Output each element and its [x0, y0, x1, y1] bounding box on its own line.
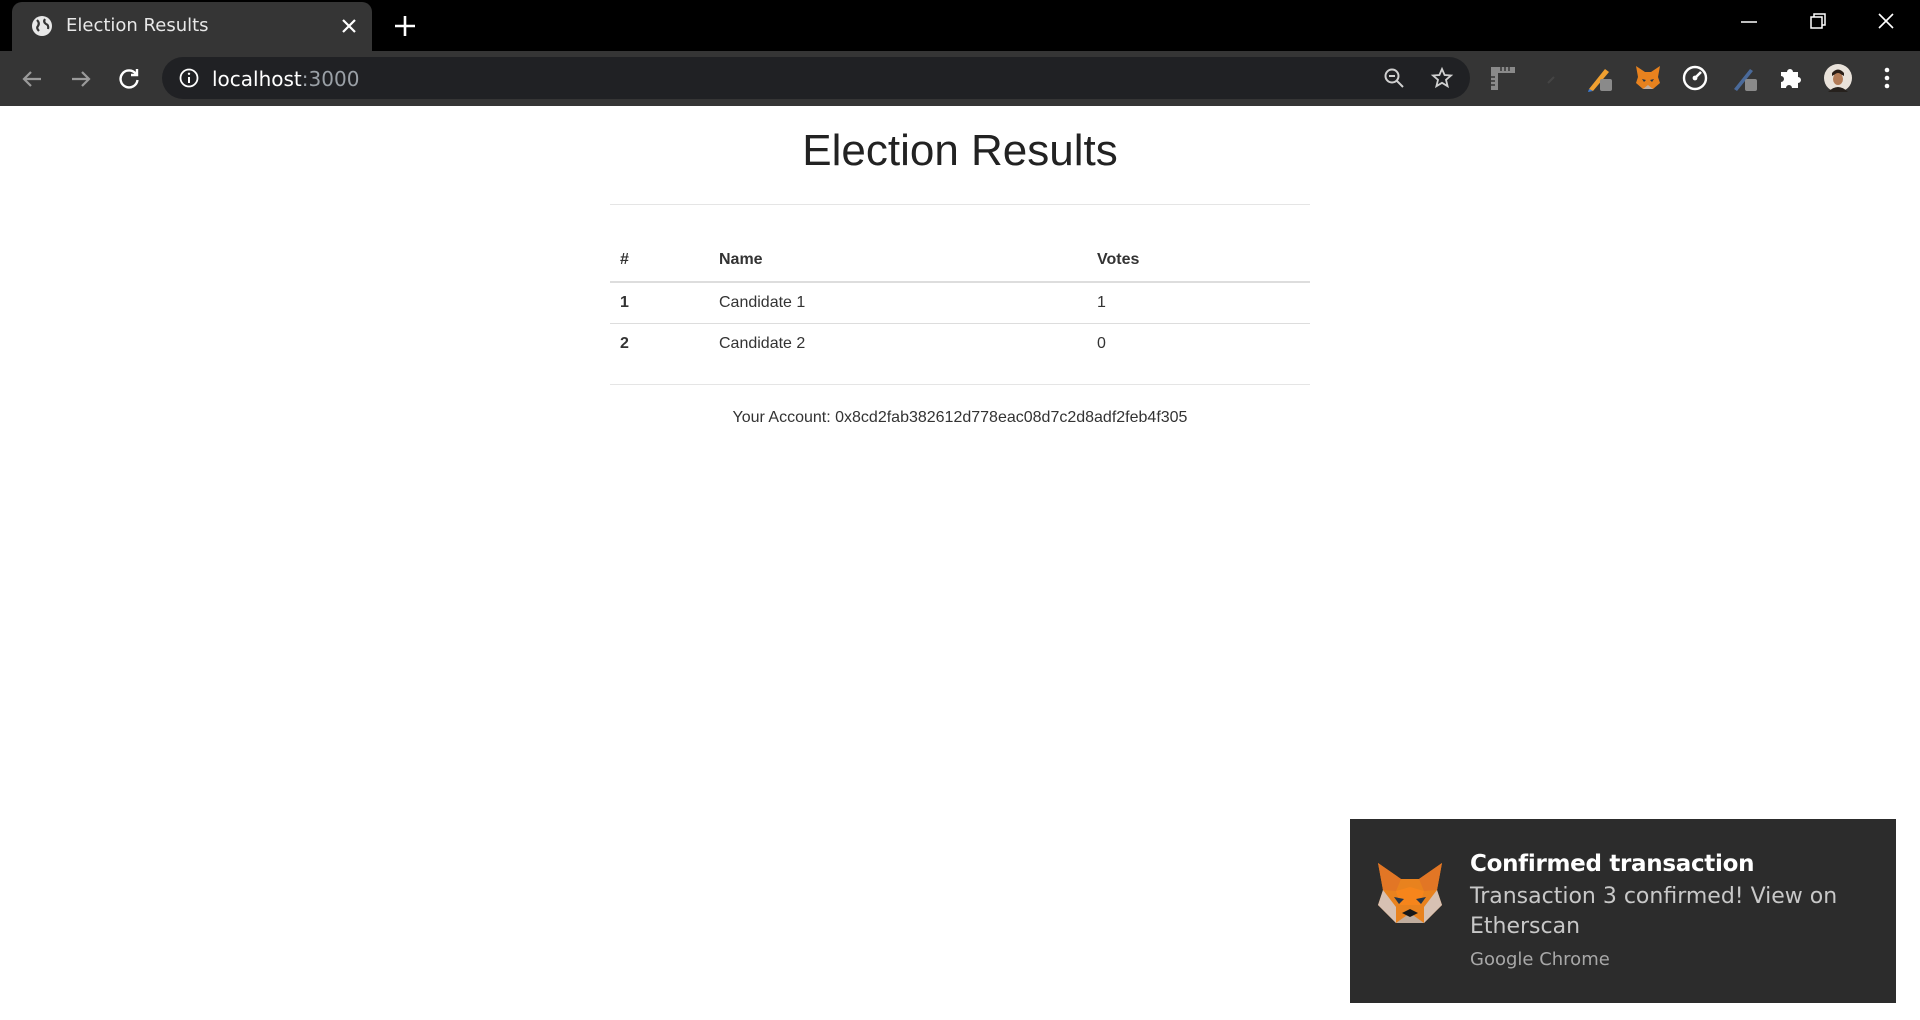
url-text[interactable]: localhost:3000 [212, 67, 359, 91]
page-title: Election Results [802, 126, 1118, 175]
candidate-id: 2 [620, 334, 629, 352]
blank-icon[interactable] [1538, 63, 1568, 93]
candidate-name: Candidate 2 [719, 334, 806, 352]
url-port: :3000 [301, 67, 360, 91]
profile-avatar[interactable] [1823, 63, 1853, 93]
column-header-name: Name [709, 251, 1087, 283]
more-vert-icon[interactable] [1872, 63, 1902, 93]
notification-toast[interactable]: Confirmed transaction Transaction 3 conf… [1350, 819, 1896, 1003]
metamask-fox-icon [1378, 863, 1442, 923]
globe-icon [32, 16, 52, 36]
candidate-votes: 1 [1087, 282, 1310, 324]
minimize-icon[interactable] [1734, 10, 1764, 34]
notification-source: Google Chrome [1470, 949, 1610, 970]
fox-icon[interactable] [1633, 63, 1663, 93]
pen-alt-icon[interactable] [1730, 63, 1760, 93]
tab-strip: Election Results [0, 0, 1920, 51]
divider [610, 384, 1310, 385]
address-bar[interactable]: localhost:3000 [162, 57, 1470, 99]
tab-title: Election Results [66, 15, 209, 36]
notification-title: Confirmed transaction [1470, 851, 1755, 877]
restore-icon[interactable] [1802, 10, 1832, 34]
divider [610, 204, 1310, 205]
tab-election-results[interactable]: Election Results [12, 2, 372, 51]
zoom-out-icon[interactable] [1382, 66, 1406, 90]
column-header-id: # [610, 251, 709, 283]
candidate-votes: 0 [1097, 334, 1106, 352]
table-row: 1 Candidate 1 1 [610, 282, 1310, 324]
reload-icon[interactable] [115, 65, 143, 93]
window-close-icon[interactable] [1871, 10, 1901, 34]
close-icon[interactable] [338, 15, 360, 37]
candidate-name: Candidate 1 [709, 282, 1087, 324]
arrow-left-icon[interactable] [18, 65, 46, 93]
arrow-right-icon[interactable] [67, 65, 95, 93]
info-icon[interactable] [178, 67, 200, 89]
account-address: Your Account: 0x8cd2fab382612d778eac08d7… [732, 409, 1188, 426]
url-host: localhost [212, 67, 302, 91]
results-container: Election Results # Name Votes 1 Candidat… [610, 106, 1310, 427]
ruler-icon[interactable] [1488, 63, 1518, 93]
column-header-votes: Votes [1087, 251, 1310, 283]
candidate-id: 1 [610, 282, 709, 324]
browser-toolbar: localhost:3000 [0, 51, 1920, 106]
puzzle-icon[interactable] [1776, 63, 1806, 93]
plus-icon[interactable] [392, 13, 418, 39]
star-icon[interactable] [1430, 66, 1454, 90]
pen-icon[interactable] [1585, 63, 1615, 93]
results-table: # Name Votes 1 Candidate 1 1 2 Candidate… [610, 251, 1310, 364]
table-header-row: # Name Votes [610, 251, 1310, 283]
table-row: 2 Candidate 2 0 [610, 323, 1310, 364]
gauge-icon[interactable] [1680, 63, 1710, 93]
notification-body[interactable]: Transaction 3 confirmed! View on Ethersc… [1470, 882, 1870, 942]
